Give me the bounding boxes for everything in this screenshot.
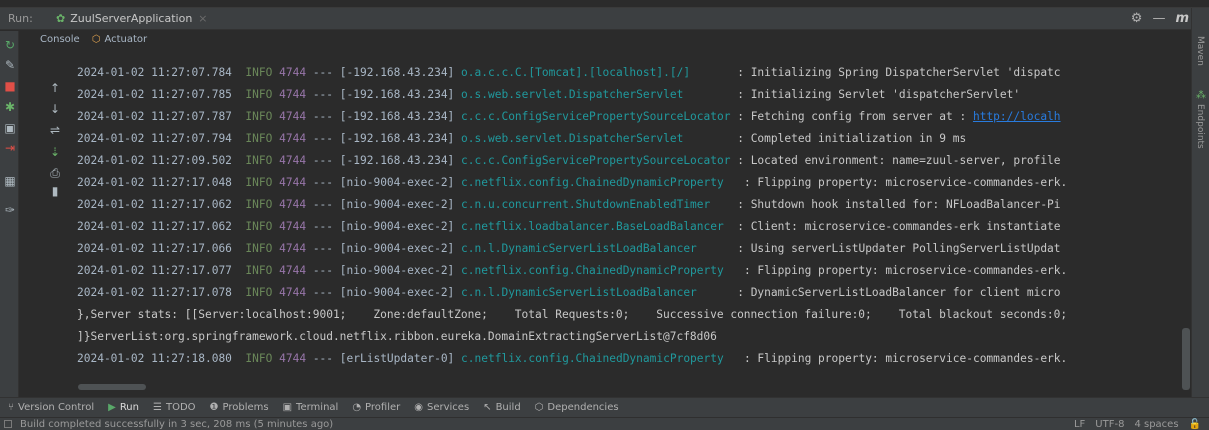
log-line: 2024-01-02 11:27:07.784 INFO 4744 --- [-…: [77, 66, 1061, 79]
camera-icon[interactable]: ▣: [3, 121, 17, 135]
endpoints-tool-tab[interactable]: Endpoints: [1195, 104, 1205, 149]
line-separator[interactable]: LF: [1074, 419, 1085, 430]
profiler-icon: ◔: [352, 402, 362, 413]
gear-icon[interactable]: ⚙: [1131, 11, 1143, 26]
log-line: 2024-01-02 11:27:17.066 INFO 4744 --- [n…: [77, 242, 1061, 255]
console-output[interactable]: 2024-01-02 11:27:07.784 INFO 4744 --- [-…: [72, 47, 1182, 387]
dependencies-icon: ⬡: [534, 402, 544, 413]
vcs-icon: ⑂: [8, 402, 14, 413]
bottom-tool-tabs: ⑂ Version Control ▶ Run ☰ TODO ❶ Problems ▣ T…: [0, 397, 1209, 417]
exit-icon[interactable]: ⇥: [3, 141, 17, 155]
log-line: 2024-01-02 11:27:09.502 INFO 4744 --- [-…: [77, 154, 1061, 167]
log-line: 2024-01-02 11:27:17.048 INFO 4744 --- [n…: [77, 176, 1068, 189]
tab-terminal[interactable]: ▣ Terminal: [283, 402, 339, 413]
file-encoding[interactable]: UTF-8: [1095, 419, 1124, 430]
minimize-icon[interactable]: —: [1152, 11, 1165, 26]
run-icon: ▶: [108, 402, 116, 413]
tab-version-control[interactable]: ⑂ Version Control: [8, 402, 94, 413]
tab-dependencies[interactable]: ⬡ Dependencies: [535, 402, 619, 413]
right-tool-rail: Maven ⁂ Endpoints: [1191, 8, 1209, 397]
debug-icon[interactable]: ✱: [3, 100, 17, 114]
maven-tool-tab[interactable]: Maven: [1195, 36, 1205, 66]
tab-profiler[interactable]: ◔ Profiler: [352, 402, 400, 413]
tab-problems[interactable]: ❶ Problems: [210, 402, 269, 413]
log-line: 2024-01-02 11:27:17.077 INFO 4744 --- [n…: [77, 264, 1068, 277]
vertical-scrollbar[interactable]: [1182, 328, 1190, 390]
tab-services[interactable]: ◉ Services: [414, 402, 469, 413]
run-left-toolbar: ↻ ✎ ■ ✱ ▣ ⇥ ▦ ✑: [0, 31, 19, 397]
wrench-icon[interactable]: ✎: [3, 58, 17, 72]
todo-icon: ☰: [153, 402, 162, 413]
endpoints-icon: ⁂: [1196, 90, 1206, 101]
config-server-link[interactable]: http://localh: [973, 110, 1061, 123]
run-toolbar: Run: ✿ ZuulServerApplication × ⚙ — m: [0, 8, 1209, 30]
scroll-to-end-icon[interactable]: ⇣: [48, 145, 62, 159]
run-label: Run:: [8, 12, 33, 25]
tab-build[interactable]: ↖ Build: [483, 402, 521, 413]
actuator-tab-label: Actuator: [104, 33, 148, 45]
log-line: 2024-01-02 11:27:17.078 INFO 4744 --- [n…: [77, 286, 1061, 299]
log-line: 2024-01-02 11:27:17.062 INFO 4744 --- [n…: [77, 198, 1061, 211]
soft-wrap-icon[interactable]: ⇌: [48, 123, 62, 137]
tab-todo[interactable]: ☰ TODO: [153, 402, 196, 413]
log-continuation-line: },Server stats: [[Server:localhost:9001;…: [77, 308, 1068, 321]
layout-icon[interactable]: ▦: [3, 174, 17, 188]
run-tab-zuul[interactable]: ✿ ZuulServerApplication ×: [42, 8, 214, 30]
stop-icon[interactable]: ■: [3, 79, 17, 93]
log-continuation-line: ]}ServerList:org.springframework.cloud.n…: [77, 330, 717, 343]
down-arrow-icon[interactable]: ↓: [48, 102, 62, 116]
run-tab-label: ZuulServerApplication: [70, 12, 193, 25]
spring-boot-icon: ✿: [56, 12, 66, 25]
status-toggle-icon[interactable]: [4, 420, 12, 428]
print-icon[interactable]: ⎙: [48, 166, 62, 180]
maven-letter: m: [1175, 11, 1189, 26]
run-toolbar-actions: ⚙ — m: [1131, 11, 1189, 26]
rerun-icon[interactable]: ↻: [3, 38, 17, 52]
status-right: LF UTF-8 4 spaces 🔓: [1074, 419, 1201, 430]
problems-icon: ❶: [209, 402, 219, 413]
tab-actuator[interactable]: ⬡ Actuator: [92, 34, 147, 45]
lock-icon[interactable]: 🔓: [1189, 419, 1201, 430]
console-subtabs: Console ⬡ Actuator: [40, 31, 147, 47]
services-icon: ◉: [414, 402, 423, 413]
log-line: 2024-01-02 11:27:17.062 INFO 4744 --- [n…: [77, 220, 1061, 233]
close-icon[interactable]: ×: [198, 12, 207, 25]
log-line: 2024-01-02 11:27:07.785 INFO 4744 --- [-…: [77, 88, 1021, 101]
tab-run[interactable]: ▶ Run: [108, 402, 139, 413]
tab-console[interactable]: Console: [40, 34, 80, 45]
build-icon: ↖: [483, 402, 492, 413]
pin-icon[interactable]: ✑: [3, 203, 17, 217]
log-line: 2024-01-02 11:27:18.080 INFO 4744 --- [e…: [77, 352, 1068, 365]
log-line: 2024-01-02 11:27:07.794 INFO 4744 --- [-…: [77, 132, 967, 145]
trash-icon[interactable]: ▮: [48, 184, 62, 198]
actuator-icon: ⬡: [91, 33, 101, 45]
up-arrow-icon[interactable]: ↑: [48, 81, 62, 95]
status-bar: Build completed successfully in 3 sec, 2…: [0, 417, 1209, 430]
indent-setting[interactable]: 4 spaces: [1134, 419, 1178, 430]
console-tab-label: Console: [40, 33, 80, 45]
log-line: 2024-01-02 11:27:07.787 INFO 4744 --- [-…: [77, 110, 1061, 123]
terminal-icon: ▣: [282, 402, 293, 413]
horizontal-scrollbar[interactable]: [78, 384, 146, 390]
status-message: Build completed successfully in 3 sec, 2…: [20, 418, 334, 430]
